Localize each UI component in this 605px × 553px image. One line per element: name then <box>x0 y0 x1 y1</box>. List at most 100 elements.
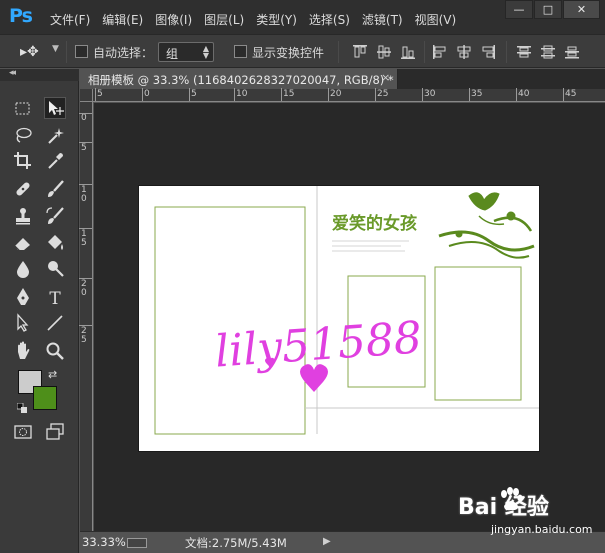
align-top-icon[interactable] <box>352 44 368 60</box>
document-tab-title: 相册模板 @ 33.3% (1168402628327020047, RGB/8… <box>88 73 394 87</box>
bandage-icon <box>16 182 30 196</box>
default-colors-icon[interactable] <box>17 403 27 413</box>
path-selection-icon <box>17 313 29 332</box>
history-brush-icon <box>46 207 64 224</box>
healing-brush-tool[interactable] <box>12 178 34 200</box>
zoom-tool[interactable] <box>44 340 66 362</box>
screen-mode-button[interactable] <box>44 421 66 443</box>
align-horizontal-center-icon[interactable] <box>456 44 472 60</box>
distribute-vertical-center-icon[interactable] <box>540 44 556 60</box>
baidu-paw-icon <box>501 487 523 511</box>
menu-select[interactable]: 选择(S) <box>303 0 356 34</box>
album-heading: 爱笑的女孩 <box>332 213 417 234</box>
ruler-label: 5 <box>191 89 197 99</box>
document-tab[interactable]: 相册模板 @ 33.3% (1168402628327020047, RGB/8… <box>80 69 398 89</box>
baidu-jingyan-url: jingyan.baidu.com <box>491 523 593 536</box>
marquee-tool[interactable] <box>12 98 34 120</box>
dodge-tool[interactable] <box>44 258 66 280</box>
swap-colors-icon[interactable]: ⇄ <box>48 368 57 381</box>
document-canvas[interactable]: 爱笑的女孩 lily51588 <box>139 186 539 451</box>
ruler-label: 5 <box>97 89 103 99</box>
crop-icon <box>14 152 31 169</box>
pen-icon <box>17 288 29 305</box>
align-left-icon[interactable] <box>432 44 448 60</box>
distribute-top-icon[interactable] <box>516 44 532 60</box>
eyedropper-tool[interactable] <box>44 150 66 172</box>
tools-panel: T ⇄ <box>0 81 79 553</box>
history-brush-tool[interactable] <box>44 205 66 227</box>
ruler-tick <box>281 88 282 101</box>
dropdown-arrows-icon: ▲ ▼ <box>202 44 209 60</box>
options-divider <box>338 41 339 63</box>
menu-layer[interactable]: 图层(L) <box>198 0 250 34</box>
options-bar: ▸✥ ▼ 自动选择： 组 ▲ ▼ 显示变换控件 <box>0 34 605 68</box>
crop-tool[interactable] <box>12 150 34 172</box>
move-tool-preset-icon[interactable]: ▸✥ <box>20 44 39 60</box>
align-right-icon[interactable] <box>480 44 496 60</box>
clone-stamp-tool[interactable] <box>12 205 34 227</box>
ruler-label: 2 5 <box>81 326 87 345</box>
ruler-label: 2 0 <box>81 279 87 298</box>
menu-type[interactable]: 类型(Y) <box>250 0 303 34</box>
status-info-icon[interactable] <box>127 538 147 548</box>
paint-bucket-tool[interactable] <box>44 232 66 254</box>
background-color-swatch[interactable] <box>33 386 57 410</box>
collapse-icon[interactable]: ◂◂ <box>9 68 16 78</box>
ruler-tick <box>563 88 564 101</box>
brush-tool[interactable] <box>44 178 66 200</box>
vertical-ruler[interactable]: 0 5 1 0 1 5 2 0 2 5 <box>79 102 93 531</box>
magic-wand-icon <box>48 128 64 144</box>
type-tool[interactable]: T <box>44 286 66 308</box>
pen-tool[interactable] <box>12 286 34 308</box>
blur-tool[interactable] <box>12 258 34 280</box>
ruler-label: 0 <box>144 89 150 99</box>
ruler-tick <box>79 278 92 279</box>
ruler-origin[interactable] <box>80 89 93 102</box>
options-divider <box>506 41 507 63</box>
lasso-tool[interactable] <box>12 125 34 147</box>
zoom-icon <box>46 342 64 360</box>
move-tool[interactable] <box>44 97 66 119</box>
brush-icon <box>48 180 64 197</box>
maximize-button[interactable]: □ <box>534 0 562 19</box>
ruler-label: 1 5 <box>81 229 87 248</box>
line-tool[interactable] <box>44 312 66 334</box>
album-template-artwork: 爱笑的女孩 lily51588 <box>154 186 539 435</box>
photo-frame-medium <box>434 266 522 401</box>
magic-wand-tool[interactable] <box>44 125 66 147</box>
distribute-bottom-icon[interactable] <box>564 44 580 60</box>
menu-view[interactable]: 视图(V) <box>409 0 463 34</box>
align-vertical-center-icon[interactable] <box>376 44 392 60</box>
hand-icon <box>18 341 30 359</box>
menu-file[interactable]: 文件(F) <box>44 0 96 34</box>
eyedropper-icon <box>48 153 63 169</box>
menu-image[interactable]: 图像(I) <box>149 0 198 34</box>
tab-close-icon[interactable]: × <box>381 71 390 84</box>
chevron-down-icon[interactable]: ▼ <box>52 44 59 54</box>
zoom-level[interactable]: 33.33% <box>82 535 126 549</box>
quick-mask-button[interactable] <box>12 421 34 443</box>
menu-edit[interactable]: 编辑(E) <box>96 0 149 34</box>
close-button[interactable]: ✕ <box>563 0 600 19</box>
window-controls: — □ ✕ <box>504 0 600 19</box>
ruler-label: 5 <box>81 143 87 153</box>
horizontal-ruler[interactable]: 5 0 5 10 15 20 25 30 35 40 45 <box>93 88 605 102</box>
path-selection-tool[interactable] <box>12 312 34 334</box>
auto-select-label: 自动选择： <box>93 46 154 60</box>
screen-mode-icon <box>46 423 64 440</box>
toolbar-collapse-bar[interactable]: ◂◂ <box>0 68 79 81</box>
auto-select-checkbox[interactable] <box>75 45 88 58</box>
ruler-tick <box>79 184 92 185</box>
minimize-button[interactable]: — <box>505 0 533 19</box>
ruler-label: 40 <box>518 89 530 99</box>
auto-select-dropdown[interactable]: 组 ▲ ▼ <box>158 42 214 62</box>
show-transform-checkbox[interactable] <box>234 45 247 58</box>
hand-tool[interactable] <box>12 340 34 362</box>
stamp-icon <box>16 208 30 225</box>
menu-filter[interactable]: 滤镜(T) <box>356 0 409 34</box>
align-bottom-icon[interactable] <box>400 44 416 60</box>
eraser-tool[interactable] <box>12 232 34 254</box>
status-menu-arrow-icon[interactable]: ▶ <box>323 536 331 547</box>
move-icon <box>49 101 64 115</box>
paint-bucket-icon <box>48 235 63 250</box>
